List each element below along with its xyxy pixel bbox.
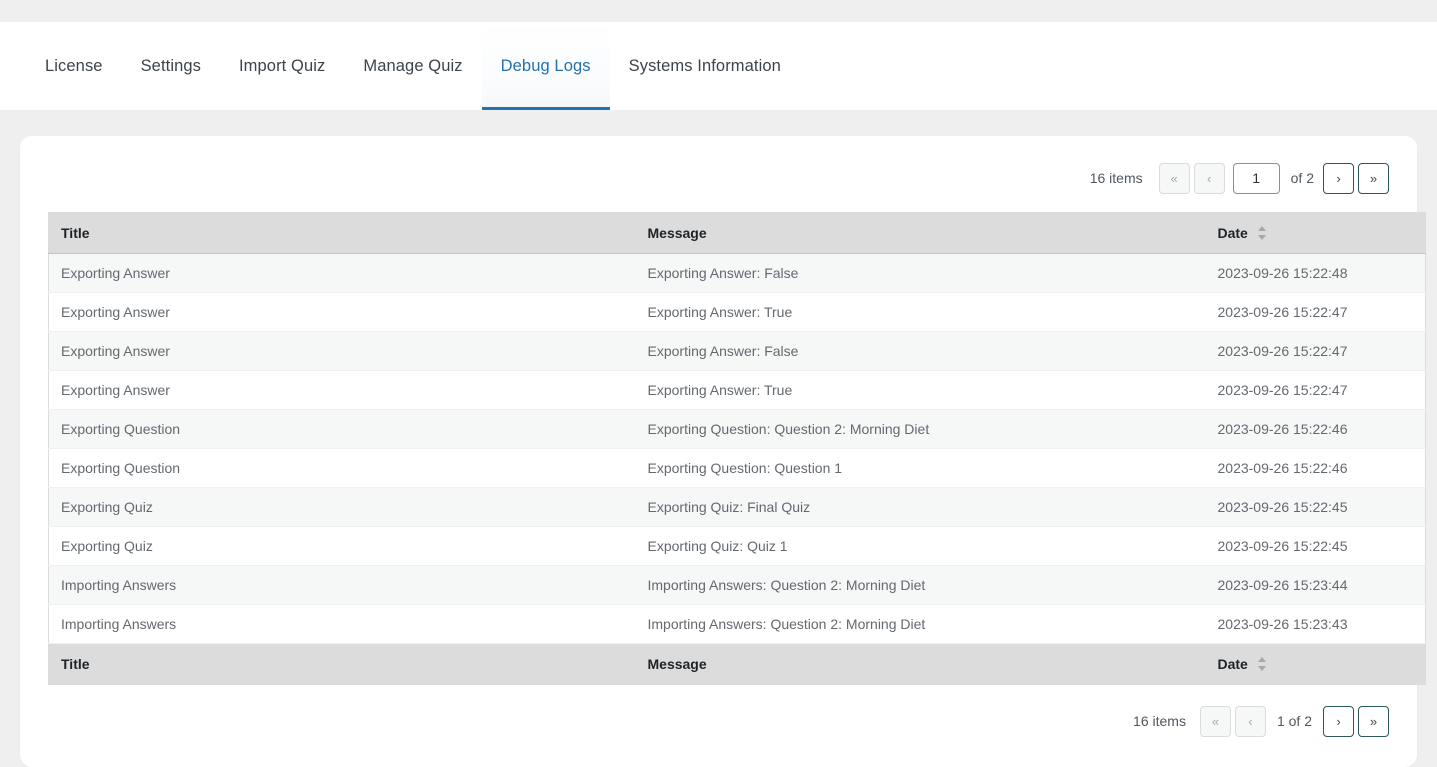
table-row: Importing Answers Importing Answers: Ques… <box>48 565 1426 605</box>
cell-message: Exporting Answer: True <box>635 292 1206 332</box>
column-header-date-label: Date <box>1217 225 1248 241</box>
pagination-bottom: 16 items « ‹ 1 of 2 › » <box>48 701 1389 741</box>
table-row: Exporting Quiz Exporting Quiz: Quiz 1 2023… <box>48 526 1426 566</box>
column-header-title-label: Title <box>61 225 90 241</box>
debug-logs-card: 16 items « ‹ of 2 › » Title Message <box>20 136 1426 767</box>
total-pages-label-top: of 2 <box>1290 170 1314 186</box>
cell-message: Importing Answers: Question 2: Morning D… <box>635 565 1206 605</box>
cell-message: Exporting Quiz: Final Quiz <box>635 487 1206 527</box>
table-row: Exporting Answer Exporting Answer: False 2… <box>48 331 1426 371</box>
pagination-links-bottom: « ‹ 1 of 2 › » <box>1199 705 1389 737</box>
tab-systems-information[interactable]: Systems Information <box>610 22 800 110</box>
current-page-input[interactable] <box>1232 162 1280 194</box>
table-foot: Title Message Date <box>48 643 1426 685</box>
top-spacer <box>0 0 1437 22</box>
cell-title: Importing Answers <box>48 604 636 644</box>
column-footer-date[interactable]: Date <box>1205 643 1426 685</box>
column-footer-message-label: Message <box>647 656 707 672</box>
table-body: Exporting Answer Exporting Answer: False 2… <box>48 253 1426 644</box>
pagination-top: 16 items « ‹ of 2 › » <box>48 158 1389 198</box>
paging-label-bottom: 1 of 2 <box>1276 713 1312 729</box>
sort-arrows-icon-footer[interactable] <box>1257 657 1267 671</box>
cell-title: Importing Answers <box>48 565 636 605</box>
column-header-message-label: Message <box>647 225 707 241</box>
table-footer-row: Title Message Date <box>48 643 1426 685</box>
table-row: Exporting Question Exporting Question: Qu… <box>48 448 1426 488</box>
column-footer-title-label: Title <box>61 656 90 672</box>
table-row: Exporting Answer Exporting Answer: False 2… <box>48 253 1426 293</box>
column-footer-date-label: Date <box>1217 656 1248 672</box>
column-footer-message[interactable]: Message <box>635 643 1206 685</box>
pagination-links-top: « ‹ of 2 › » <box>1158 162 1389 194</box>
table-row: Exporting Question Exporting Question: Qu… <box>48 409 1426 449</box>
cell-title: Exporting Quiz <box>48 487 636 527</box>
cell-message: Exporting Question: Question 2: Morning … <box>635 409 1206 449</box>
cell-title: Exporting Answer <box>48 292 636 332</box>
cell-date: 2023-09-26 15:22:45 <box>1205 526 1426 566</box>
items-count-top: 16 items <box>1089 170 1143 186</box>
table-head: Title Message Date <box>48 212 1426 254</box>
cell-title: Exporting Answer <box>48 331 636 371</box>
table-row: Importing Answers Importing Answers: Ques… <box>48 604 1426 644</box>
cell-message: Exporting Answer: True <box>635 370 1206 410</box>
main-tab-bar: License Settings Import Quiz Manage Quiz Deb… <box>0 22 1437 111</box>
tab-license[interactable]: License <box>26 22 122 110</box>
cell-date: 2023-09-26 15:22:46 <box>1205 409 1426 449</box>
prev-page-button-bottom[interactable]: ‹ <box>1234 705 1266 737</box>
tab-import-quiz[interactable]: Import Quiz <box>220 22 344 110</box>
column-header-title[interactable]: Title <box>48 212 636 254</box>
cell-date: 2023-09-26 15:23:44 <box>1205 565 1426 605</box>
cell-message: Exporting Answer: False <box>635 331 1206 371</box>
cell-message: Exporting Answer: False <box>635 253 1206 293</box>
cell-date: 2023-09-26 15:22:46 <box>1205 448 1426 488</box>
items-count-bottom: 16 items <box>1133 713 1186 729</box>
tab-settings[interactable]: Settings <box>122 22 220 110</box>
cell-date: 2023-09-26 15:22:45 <box>1205 487 1426 527</box>
cell-message: Exporting Quiz: Quiz 1 <box>635 526 1206 566</box>
next-page-button-bottom[interactable]: › <box>1323 705 1354 737</box>
page-content: 16 items « ‹ of 2 › » Title Message <box>0 111 1437 767</box>
cell-date: 2023-09-26 15:23:43 <box>1205 604 1426 644</box>
cell-date: 2023-09-26 15:22:47 <box>1205 331 1426 371</box>
tab-manage-quiz[interactable]: Manage Quiz <box>344 22 481 110</box>
column-header-message[interactable]: Message <box>635 212 1206 254</box>
table-header-row: Title Message Date <box>48 212 1426 254</box>
cell-date: 2023-09-26 15:22:47 <box>1205 370 1426 410</box>
cell-title: Exporting Quiz <box>48 526 636 566</box>
cell-title: Exporting Question <box>48 409 636 449</box>
cell-title: Exporting Answer <box>48 253 636 293</box>
cell-title: Exporting Answer <box>48 370 636 410</box>
column-header-date[interactable]: Date <box>1205 212 1426 254</box>
sort-arrows-icon[interactable] <box>1257 226 1267 240</box>
next-page-button-top[interactable]: › <box>1323 162 1354 194</box>
cell-message: Exporting Question: Question 1 <box>635 448 1206 488</box>
first-page-button-top[interactable]: « <box>1158 162 1190 194</box>
column-footer-title[interactable]: Title <box>48 643 636 685</box>
table-row: Exporting Answer Exporting Answer: True 20… <box>48 292 1426 332</box>
cell-title: Exporting Question <box>48 448 636 488</box>
table-row: Exporting Answer Exporting Answer: True 20… <box>48 370 1426 410</box>
table-row: Exporting Quiz Exporting Quiz: Final Quiz… <box>48 487 1426 527</box>
prev-page-button-top[interactable]: ‹ <box>1193 162 1225 194</box>
first-page-button-bottom[interactable]: « <box>1199 705 1231 737</box>
cell-date: 2023-09-26 15:22:48 <box>1205 253 1426 293</box>
tab-debug-logs[interactable]: Debug Logs <box>481 22 610 110</box>
last-page-button-bottom[interactable]: » <box>1358 705 1389 737</box>
last-page-button-top[interactable]: » <box>1358 162 1389 194</box>
cell-message: Importing Answers: Question 2: Morning D… <box>635 604 1206 644</box>
debug-logs-table: Title Message Date Exporting Answer Expor… <box>48 212 1426 685</box>
cell-date: 2023-09-26 15:22:47 <box>1205 292 1426 332</box>
